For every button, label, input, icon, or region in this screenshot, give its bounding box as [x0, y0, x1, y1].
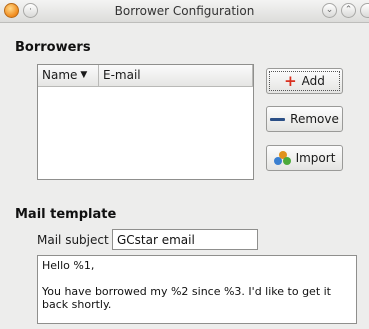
add-button[interactable]: + Add [266, 68, 343, 94]
plus-icon: + [284, 71, 297, 90]
maximize-icon[interactable]: ⌃ [341, 3, 356, 18]
column-header-email[interactable]: E-mail [99, 65, 253, 87]
mail-subject-input[interactable] [112, 229, 258, 250]
close-icon[interactable] [360, 3, 369, 18]
sort-descending-icon: ▼ [80, 70, 88, 80]
mail-template-section-title: Mail template [15, 207, 117, 222]
column-header-email-label: E-mail [103, 68, 141, 82]
import-button[interactable]: Import [266, 145, 343, 171]
minimize-icon[interactable]: ⌄ [322, 3, 337, 18]
import-button-label: Import [295, 151, 336, 165]
borrowers-list-header: Name ▼ E-mail [38, 65, 253, 87]
remove-button[interactable]: Remove [266, 106, 343, 132]
mail-body-textarea[interactable]: Hello %1, You have borrowed my %2 since … [37, 255, 357, 324]
column-header-name[interactable]: Name ▼ [38, 65, 99, 87]
column-header-name-label: Name [42, 68, 78, 82]
window-titlebar[interactable]: · Borrower Configuration ⌄ ⌃ [0, 0, 369, 23]
import-icon [273, 150, 291, 166]
borrowers-section-title: Borrowers [15, 40, 91, 55]
window-title: Borrower Configuration [114, 4, 255, 18]
mail-subject-label: Mail subject [37, 233, 109, 247]
minus-icon [270, 117, 286, 121]
add-button-label: Add [301, 74, 325, 88]
borrowers-list[interactable]: Name ▼ E-mail [37, 64, 254, 180]
remove-button-label: Remove [290, 112, 339, 126]
